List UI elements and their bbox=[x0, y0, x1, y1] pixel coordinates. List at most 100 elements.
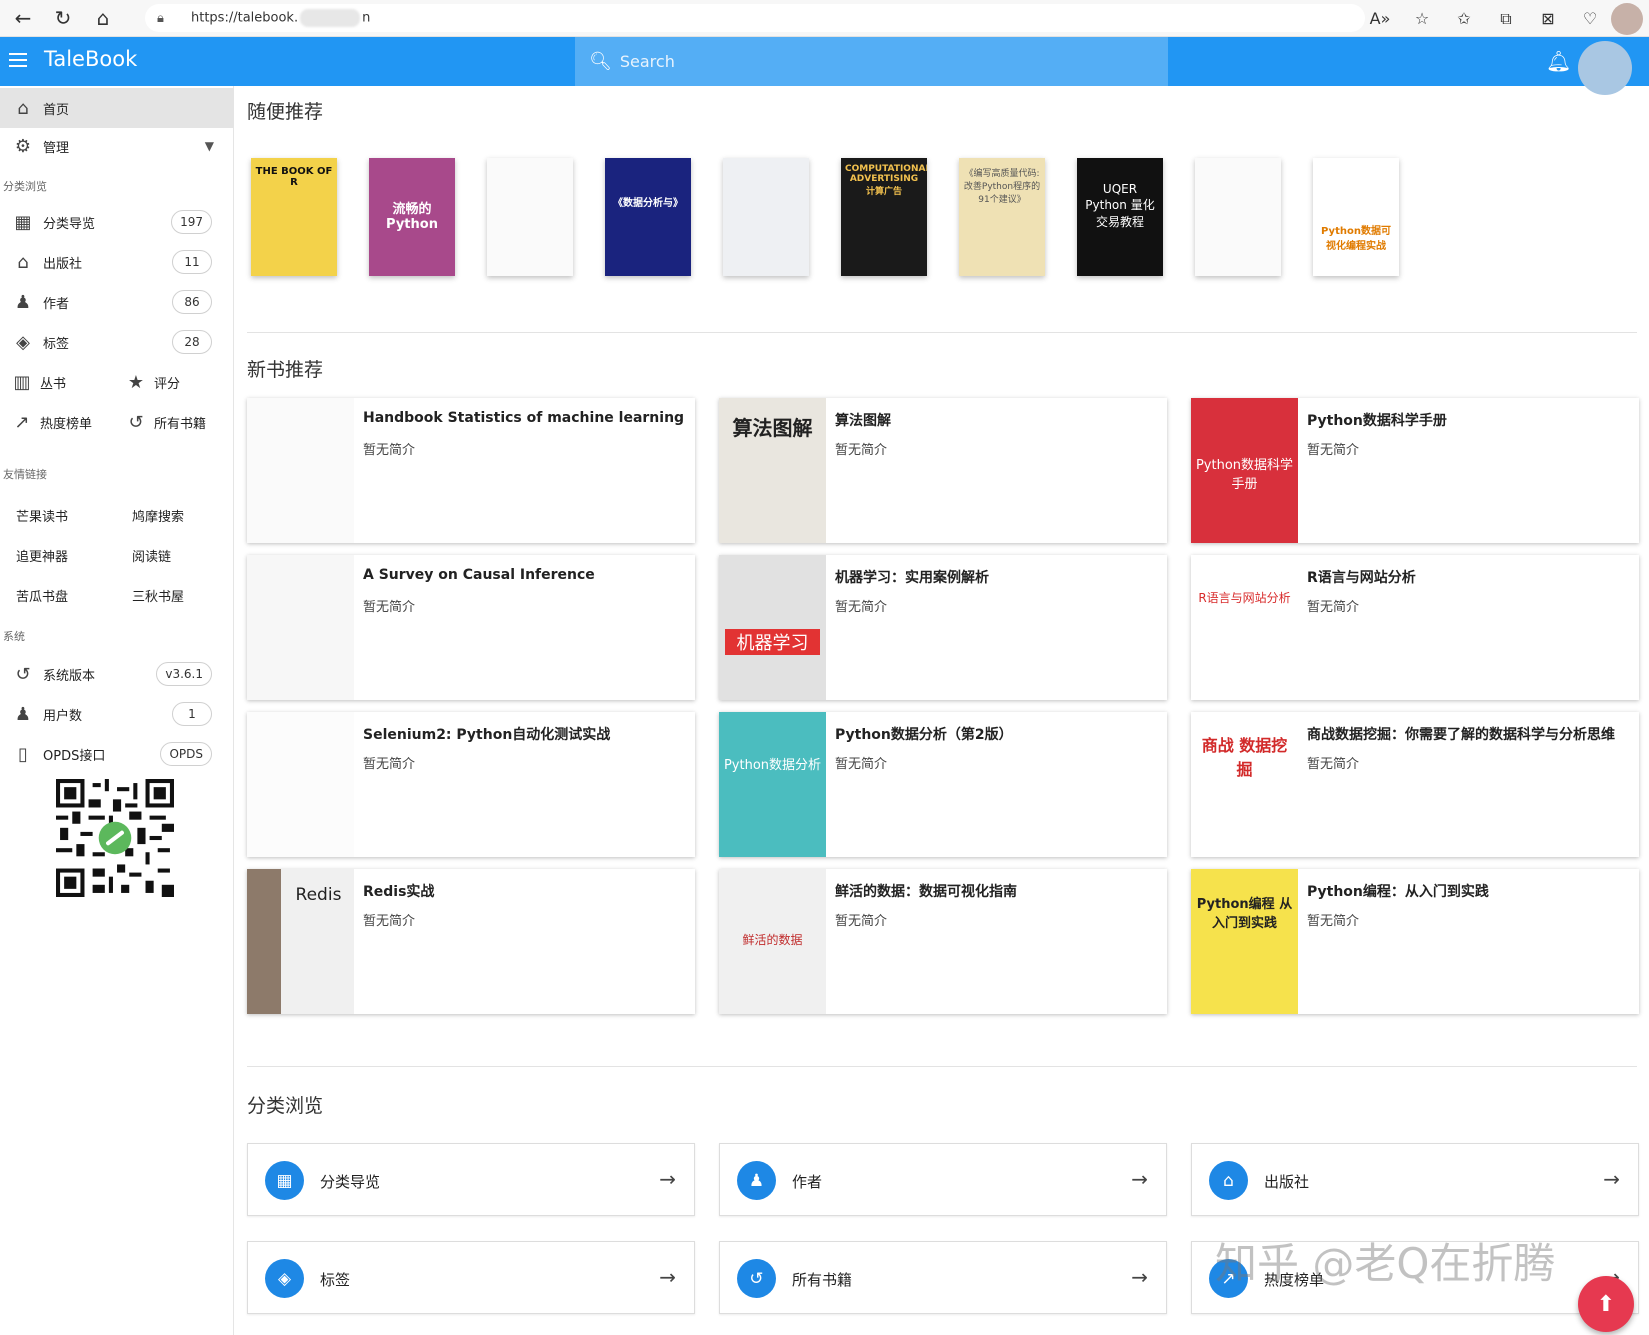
friend-link[interactable]: 阅读链 bbox=[132, 546, 171, 565]
scroll-top-button[interactable]: ⬆ bbox=[1578, 1276, 1634, 1332]
book-title[interactable]: 鲜活的数据：数据可视化指南 bbox=[835, 881, 1017, 901]
book-title[interactable]: A Survey on Causal Inference bbox=[363, 567, 595, 583]
book-title[interactable]: 算法图解 bbox=[835, 410, 891, 430]
section-header-links: 友情链接 bbox=[3, 468, 47, 481]
book-title[interactable]: 机器学习：实用案例解析 bbox=[835, 567, 989, 587]
friend-link[interactable]: 苦瓜书盘 bbox=[16, 586, 68, 605]
book-card[interactable]: R语言与网站分析 R语言与网站分析 暂无简介 bbox=[1191, 555, 1639, 700]
random-book-cover[interactable]: THE BOOK OF R bbox=[251, 158, 337, 276]
sidebar-item-authors[interactable]: ♟ 作者 86 bbox=[0, 282, 234, 322]
random-book-cover[interactable]: UQER Python 量化交易教程 bbox=[1077, 158, 1163, 276]
app-title[interactable]: TaleBook bbox=[44, 47, 137, 71]
book-card[interactable]: 算法图解 算法图解 暂无简介 bbox=[719, 398, 1167, 543]
book-title[interactable]: Handbook Statistics of machine learning bbox=[363, 410, 684, 426]
collections-icon[interactable]: ⧉ bbox=[1485, 9, 1527, 29]
sidebar-item-hot[interactable]: ↗ 热度榜单 bbox=[12, 402, 92, 442]
sidebar-item-users[interactable]: ♟ 用户数 1 bbox=[0, 694, 234, 734]
random-book-cover[interactable]: 《编写高质量代码:改善Python程序的91个建议》 bbox=[959, 158, 1045, 276]
sidebar-item-label: 热度榜单 bbox=[40, 416, 93, 432]
reload-icon[interactable]: ↻ bbox=[46, 1, 80, 35]
random-book-cover[interactable] bbox=[1195, 158, 1281, 276]
random-book-cover[interactable]: COMPUTATIONAL ADVERTISING 计算广告 bbox=[841, 158, 927, 276]
favorite-icon[interactable]: ☆ bbox=[1401, 9, 1443, 28]
book-card[interactable]: 鲜活的数据 鲜活的数据：数据可视化指南 暂无简介 bbox=[719, 869, 1167, 1014]
book-card[interactable]: A Survey on Causal Inference 暂无简介 bbox=[247, 555, 695, 700]
random-book-cover[interactable] bbox=[487, 158, 573, 276]
book-card[interactable]: Python数据科学手册 Python数据科学手册 暂无简介 bbox=[1191, 398, 1639, 543]
browser-essentials-icon[interactable]: ♡ bbox=[1569, 9, 1611, 28]
home-icon[interactable]: ⌂ bbox=[86, 1, 120, 35]
category-card-all-books[interactable]: ↺ 所有书籍 → bbox=[719, 1241, 1167, 1314]
cover-text: Python数据可视化编程实战 bbox=[1321, 226, 1391, 252]
book-card[interactable]: Handbook Statistics of machine learning … bbox=[247, 398, 695, 543]
book-title[interactable]: R语言与网站分析 bbox=[1307, 567, 1416, 587]
random-book-cover[interactable]: 《数据分析与》 bbox=[605, 158, 691, 276]
book-title[interactable]: Python编程：从入门到实践 bbox=[1307, 881, 1489, 901]
book-card[interactable]: 商战 数据挖掘 商战数据挖掘：你需要了解的数据科学与分析思维 暂无简介 bbox=[1191, 712, 1639, 857]
section-title-random: 随便推荐 bbox=[247, 101, 324, 123]
book-card[interactable]: Python编程 从入门到实践 Python编程：从入门到实践 暂无简介 bbox=[1191, 869, 1639, 1014]
friend-link[interactable]: 芒果读书 bbox=[16, 506, 68, 525]
sidebar-item-rating[interactable]: ★ 评分 bbox=[126, 362, 180, 402]
books-icon: ▥ bbox=[13, 371, 31, 393]
extension-icon[interactable]: ⊠ bbox=[1527, 9, 1569, 28]
back-icon[interactable]: ← bbox=[6, 1, 40, 35]
category-label: 所有书籍 bbox=[792, 1271, 853, 1289]
sidebar-item-opds[interactable]: ▯ OPDS接口 OPDS bbox=[0, 734, 234, 774]
count-badge: 11 bbox=[172, 250, 212, 274]
random-book-cover[interactable]: Python数据可视化编程实战 bbox=[1313, 158, 1399, 276]
sidebar-item-version[interactable]: ↺ 系统版本 v3.6.1 bbox=[0, 654, 234, 694]
version-badge: v3.6.1 bbox=[156, 662, 212, 686]
random-book-cover[interactable] bbox=[723, 158, 809, 276]
book-title[interactable]: Python数据分析（第2版） bbox=[835, 724, 1013, 744]
book-card[interactable]: Python数据分析 Python数据分析（第2版） 暂无简介 bbox=[719, 712, 1167, 857]
friend-link[interactable]: 鸠摩搜索 bbox=[132, 506, 184, 525]
category-card-publishers[interactable]: ⌂ 出版社 → bbox=[1191, 1143, 1639, 1216]
category-card-authors[interactable]: ♟ 作者 → bbox=[719, 1143, 1167, 1216]
sidebar-item-series[interactable]: ▥ 丛书 bbox=[12, 362, 66, 402]
category-card-categories[interactable]: ▦ 分类导览 → bbox=[247, 1143, 695, 1216]
menu-icon[interactable] bbox=[6, 49, 30, 73]
bell-icon[interactable]: 🔔︎ bbox=[1546, 49, 1571, 73]
read-aloud-icon[interactable]: A» bbox=[1359, 9, 1401, 28]
book-card[interactable]: 机器学习 机器学习：实用案例解析 暂无简介 bbox=[719, 555, 1167, 700]
section-divider bbox=[247, 1066, 1637, 1067]
category-card-tags[interactable]: ◈ 标签 → bbox=[247, 1241, 695, 1314]
sidebar-item-categories[interactable]: ▦ 分类导览 197 bbox=[0, 202, 234, 242]
browser-profile-avatar[interactable] bbox=[1611, 2, 1643, 35]
address-bar[interactable]: 🔒︎ https://talebook. n bbox=[145, 4, 1365, 32]
url-text: https://talebook. n bbox=[191, 9, 371, 27]
arrow-right-icon: → bbox=[659, 1265, 676, 1289]
book-cover: R语言与网站分析 bbox=[1191, 555, 1298, 700]
book-cover: 鲜活的数据 bbox=[719, 869, 826, 1014]
friend-link[interactable]: 三秋书屋 bbox=[132, 586, 184, 605]
sidebar-item-tags[interactable]: ◈ 标签 28 bbox=[0, 322, 234, 362]
random-book-cover[interactable]: 流畅的Python bbox=[369, 158, 455, 276]
search-input[interactable] bbox=[619, 52, 1140, 71]
book-title[interactable]: Python数据科学手册 bbox=[1307, 410, 1447, 430]
sidebar-item-publishers[interactable]: ⌂ 出版社 11 bbox=[0, 242, 234, 282]
sidebar-item-manage[interactable]: ⚙ 管理 ▼ bbox=[0, 126, 234, 166]
arrow-right-icon: → bbox=[1131, 1265, 1148, 1289]
book-card[interactable]: Selenium2: Python自动化测试实战 暂无简介 bbox=[247, 712, 695, 857]
book-title[interactable]: Selenium2: Python自动化测试实战 bbox=[363, 724, 610, 744]
book-description: 暂无简介 bbox=[835, 757, 888, 772]
sidebar-item-label: 出版社 bbox=[43, 256, 83, 272]
book-title[interactable]: Redis实战 bbox=[363, 881, 434, 901]
sidebar-item-all-books[interactable]: ↺ 所有书籍 bbox=[126, 402, 206, 442]
friend-link[interactable]: 追更神器 bbox=[16, 546, 68, 565]
history-icon: ↺ bbox=[128, 411, 144, 433]
favorites-list-icon[interactable]: ✩ bbox=[1443, 9, 1485, 28]
book-title[interactable]: 商战数据挖掘：你需要了解的数据科学与分析思维 bbox=[1307, 724, 1615, 744]
browser-toolbar: ← ↻ ⌂ 🔒︎ https://talebook. n A» ☆ ✩ ⧉ ⊠ ♡ bbox=[0, 0, 1649, 37]
sidebar-item-label: 所有书籍 bbox=[154, 416, 207, 432]
watermark: 知乎 @老Q在折腾 bbox=[1215, 1239, 1556, 1288]
cover-text: 流畅的Python bbox=[386, 202, 438, 232]
search-box[interactable]: 🔍︎ bbox=[575, 37, 1168, 86]
main-content: 随便推荐 THE BOOK OF R 流畅的Python 《数据分析与》 COM… bbox=[235, 86, 1649, 1335]
trending-icon: ↗ bbox=[14, 411, 30, 433]
cover-text: THE BOOK OF R bbox=[255, 166, 333, 188]
gear-icon: ⚙ bbox=[14, 135, 32, 157]
book-card[interactable]: Redis Redis实战 暂无简介 bbox=[247, 869, 695, 1014]
sidebar-item-home[interactable]: ⌂ 首页 bbox=[0, 88, 234, 128]
